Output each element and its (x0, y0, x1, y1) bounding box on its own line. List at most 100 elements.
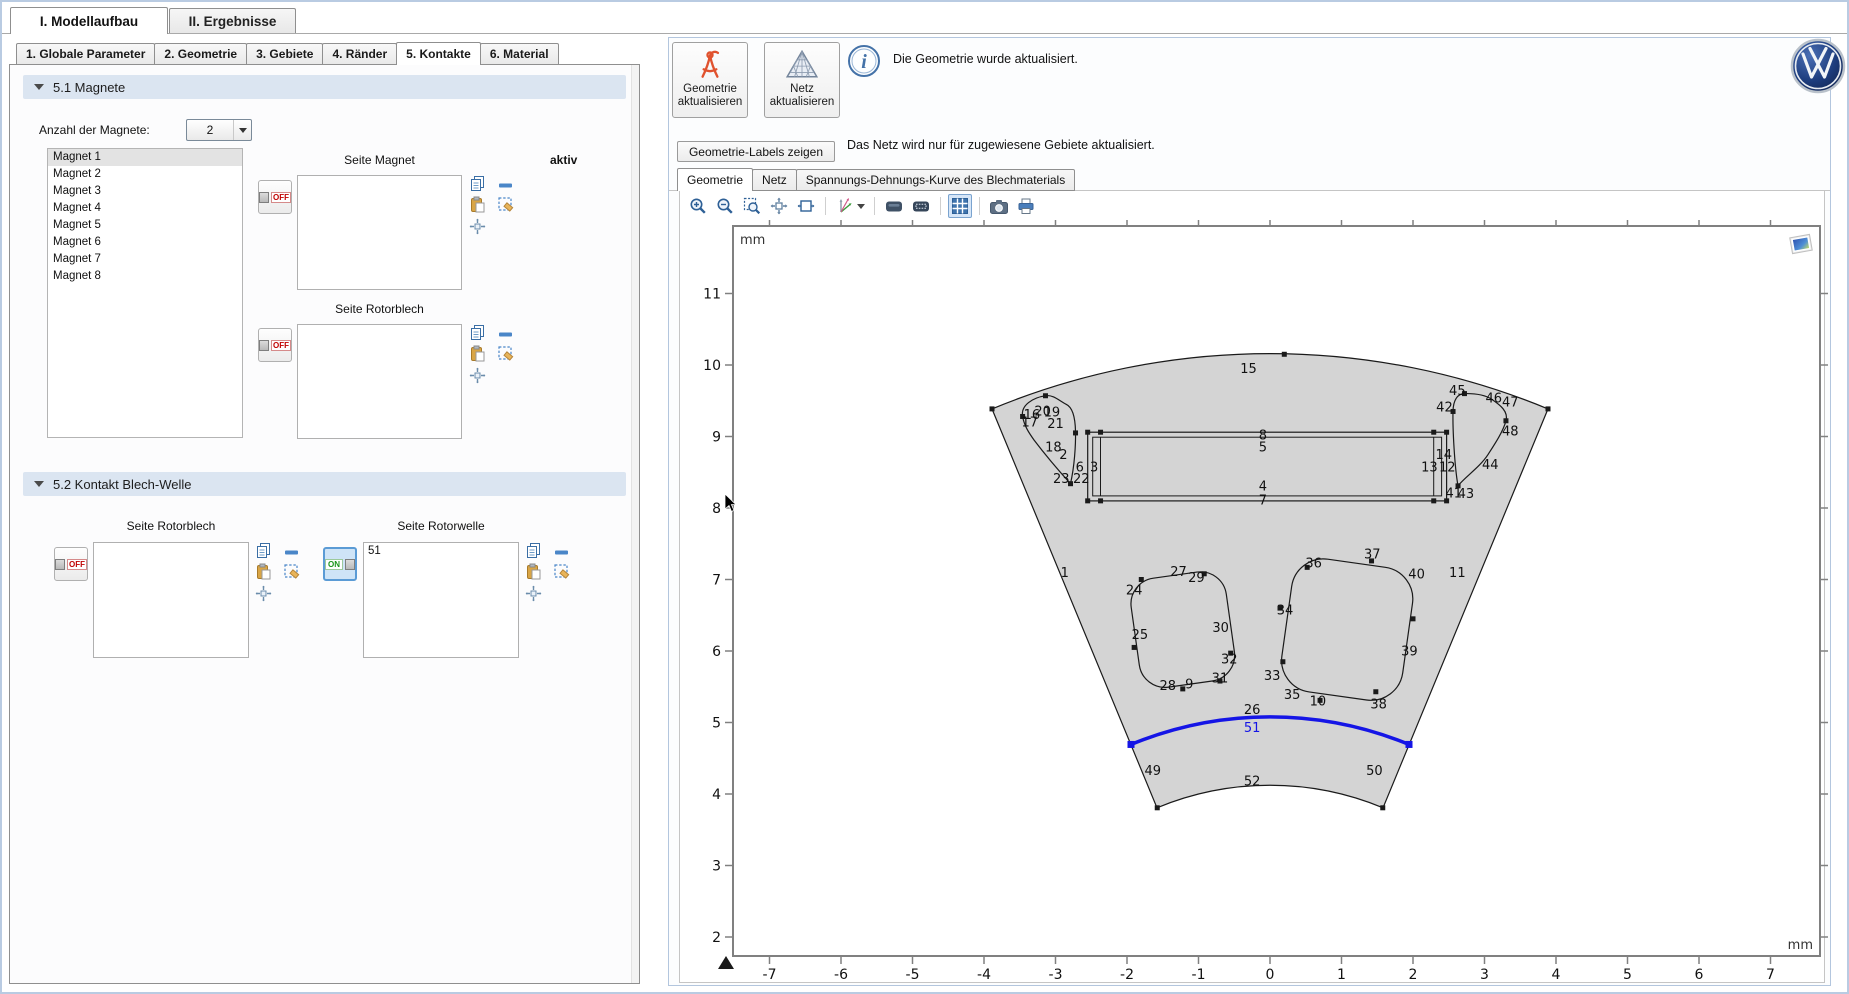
update-mesh-button[interactable]: Netz aktualisieren (764, 42, 840, 118)
remove-icon[interactable] (553, 544, 570, 561)
magnet-list-item[interactable]: Magnet 1 (48, 149, 242, 166)
subtab-4[interactable]: 4. Ränder (322, 43, 397, 65)
tab-ergebnisse[interactable]: II. Ergebnisse (169, 8, 296, 34)
edge-label-33: 33 (1264, 669, 1281, 684)
y-tick-label: 8 (712, 501, 721, 517)
x-tick-label: 6 (1695, 967, 1704, 982)
center-selection-icon[interactable] (469, 218, 486, 235)
magnet-count-value: 2 (187, 123, 233, 137)
x-tick-label: -3 (1049, 967, 1063, 982)
left-panel: 5.1 Magnete Anzahl der Magnete: 2 Magnet… (9, 64, 640, 984)
magnet-list-item[interactable]: Magnet 3 (48, 183, 242, 200)
snapshot-camera-button[interactable] (987, 194, 1011, 218)
section-magnete[interactable]: 5.1 Magnete (23, 75, 626, 99)
graphics-toolbar (686, 193, 1038, 219)
plot-thumbnail-icon[interactable] (1790, 234, 1812, 253)
magnet-list-item[interactable]: Magnet 6 (48, 234, 242, 251)
toggle-seite-rotorblech-2[interactable]: OFF (54, 547, 88, 581)
zoom-out-button[interactable] (713, 194, 737, 218)
center-selection-icon[interactable] (255, 585, 272, 602)
copy-icon[interactable] (255, 542, 272, 559)
copy-icon[interactable] (469, 175, 486, 192)
subtab-5[interactable]: 5. Kontakte (396, 42, 481, 65)
edge-label-21: 21 (1047, 417, 1064, 432)
toggle-seite-magnet[interactable]: OFF (258, 180, 292, 214)
remove-icon[interactable] (497, 326, 514, 343)
y-tick-label: 10 (704, 358, 721, 374)
left-subtab-row: 1. Globale Parameter2. Geometrie3. Gebie… (16, 42, 558, 65)
list-item-edge-51[interactable]: 51 (364, 543, 518, 557)
image-copy-button[interactable] (909, 194, 933, 218)
zoom-extents-button[interactable] (794, 194, 818, 218)
paste-icon[interactable] (469, 196, 486, 213)
edge-label-1: 1 (1061, 566, 1069, 581)
combo-caret[interactable] (233, 120, 251, 140)
magnet-list-item[interactable]: Magnet 8 (48, 268, 242, 285)
subtab-1[interactable]: 1. Globale Parameter (16, 43, 155, 65)
copy-icon[interactable] (525, 542, 542, 559)
view-tab-1[interactable]: Geometrie (677, 168, 753, 191)
image-export-button[interactable] (882, 194, 906, 218)
listbox-seite-rotorblech-2[interactable] (93, 542, 249, 658)
show-geometry-labels-button[interactable]: Geometrie-Labels zeigen (677, 141, 835, 162)
remove-icon[interactable] (283, 544, 300, 561)
copy-icon[interactable] (469, 324, 486, 341)
clear-selection-icon[interactable] (283, 563, 300, 580)
view-tab-2[interactable]: Netz (752, 169, 797, 191)
section-kontakt-title: 5.2 Kontakt Blech-Welle (53, 477, 192, 492)
clear-selection-icon[interactable] (497, 345, 514, 362)
toggle-seite-rotorwelle[interactable]: ON (323, 547, 357, 581)
right-panel: Geometrie aktualisieren Netz aktualisier… (668, 37, 1831, 986)
x-tick-label: -1 (1192, 967, 1206, 982)
paste-icon[interactable] (525, 563, 542, 580)
paste-icon[interactable] (469, 345, 486, 362)
center-selection-icon[interactable] (469, 367, 486, 384)
edge-label-8: 8 (1259, 429, 1267, 444)
remove-icon[interactable] (497, 177, 514, 194)
graphics-area: -7-6-5-4-3-2-101234567234567891011 mm mm (679, 190, 1825, 983)
x-tick-label: -5 (906, 967, 920, 982)
paste-icon[interactable] (255, 563, 272, 580)
magnet-list-item[interactable]: Magnet 7 (48, 251, 242, 268)
tab-modellaufbau[interactable]: I. Modellaufbau (10, 7, 168, 34)
magnet-list-item[interactable]: Magnet 4 (48, 200, 242, 217)
edge-label-32: 32 (1221, 652, 1238, 667)
update-geometry-button[interactable]: Geometrie aktualisieren (672, 42, 748, 118)
toggle-seite-rotorblech-1[interactable]: OFF (258, 328, 292, 362)
listbox-seite-rotorblech-1[interactable] (297, 324, 462, 439)
center-view-button[interactable] (767, 194, 791, 218)
edge-label-51: 51 (1244, 721, 1261, 736)
mouse-cursor (724, 494, 738, 514)
edge-label-48: 48 (1502, 424, 1519, 439)
magnet-list-item[interactable]: Magnet 5 (48, 217, 242, 234)
subtab-3[interactable]: 3. Gebiete (246, 43, 323, 65)
magnet-list[interactable]: Magnet 1Magnet 2Magnet 3Magnet 4Magnet 5… (47, 148, 243, 438)
y-tick-label: 4 (712, 787, 721, 803)
left-panel-scrollbar[interactable] (631, 65, 639, 983)
edge-label-24: 24 (1126, 584, 1143, 599)
section-kontakt[interactable]: 5.2 Kontakt Blech-Welle (23, 472, 626, 496)
magnet-list-item[interactable]: Magnet 2 (48, 166, 242, 183)
y-tick-label: 6 (712, 644, 721, 660)
listbox-seite-rotorwelle[interactable]: 51 (363, 542, 519, 658)
listbox-seite-magnet[interactable] (297, 175, 462, 290)
icon-col-seite-magnet (469, 175, 517, 285)
magnet-count-select[interactable]: 2 (186, 119, 252, 141)
y-tick-label: 9 (712, 430, 721, 446)
subtab-6[interactable]: 6. Material (480, 43, 559, 65)
center-selection-icon[interactable] (525, 585, 542, 602)
zoom-in-button[interactable] (686, 194, 710, 218)
clear-selection-icon[interactable] (553, 563, 570, 580)
geometry-plot[interactable]: -7-6-5-4-3-2-101234567234567891011 mm mm (704, 219, 1832, 982)
edge-label-46: 46 (1486, 391, 1503, 406)
subtab-2[interactable]: 2. Geometrie (154, 43, 247, 65)
zoom-box-button[interactable] (740, 194, 764, 218)
grid-toggle-button[interactable] (948, 194, 972, 218)
edge-label-4: 4 (1259, 479, 1267, 494)
edge-label-25: 25 (1132, 628, 1149, 643)
view-tab-3[interactable]: Spannungs-Dehnungs-Kurve des Blechmateri… (796, 169, 1075, 191)
view-orientation-button[interactable] (833, 194, 867, 218)
edge-label-38: 38 (1370, 697, 1387, 712)
clear-selection-icon[interactable] (497, 196, 514, 213)
print-button[interactable] (1014, 194, 1038, 218)
